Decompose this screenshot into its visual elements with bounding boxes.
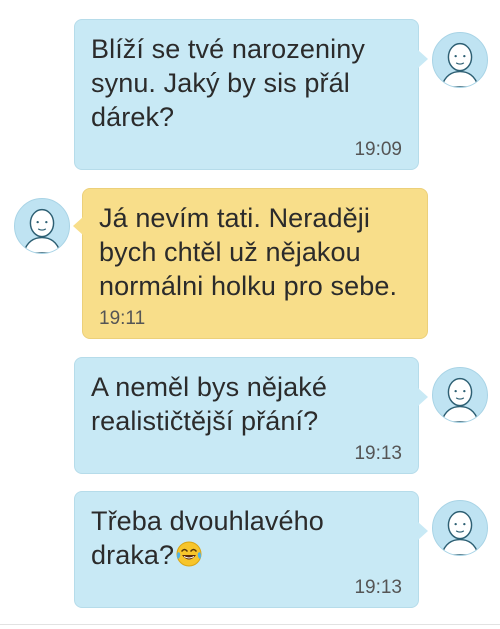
contact-avatar-icon[interactable] [14,198,70,254]
bubble-tail [73,217,83,235]
chat-thread: Blíží se tvé narozeniny synu. Jaký by si… [0,0,500,629]
bubble-tail [418,50,428,68]
message-text-content: Třeba dvouhlavého draka? [91,506,324,570]
message-bubble-outgoing[interactable]: Třeba dvouhlavého draka? 19:13 [74,491,428,608]
message-bubble-outgoing[interactable]: Blíží se tvé narozeniny synu. Jaký by si… [74,19,428,170]
message-timestamp: 19:13 [354,443,402,464]
user-avatar-icon[interactable] [432,500,488,556]
message-text: Blíží se tvé narozeniny synu. Jaký by si… [91,34,365,132]
bubble-tail [418,522,428,540]
message-text: A neměl bys nějaké realističtější přání? [91,372,327,436]
message-timestamp: 19:13 [354,577,402,598]
message-text: Třeba dvouhlavého draka? [91,504,402,572]
message-timestamp: 19:11 [99,308,146,329]
message-text: Já nevím tati. Neraději bych chtěl už ně… [99,203,398,301]
message-bubble-outgoing[interactable]: A neměl bys nějaké realističtější přání?… [74,357,428,474]
laughing-tears-emoji-icon [175,540,203,568]
user-avatar-icon[interactable] [432,32,488,88]
user-avatar-icon[interactable] [432,367,488,423]
divider [0,624,500,625]
message-bubble-incoming[interactable]: Já nevím tati. Neraději bych chtěl už ně… [73,188,428,339]
message-timestamp: 19:09 [354,139,402,160]
bubble-tail [418,388,428,406]
